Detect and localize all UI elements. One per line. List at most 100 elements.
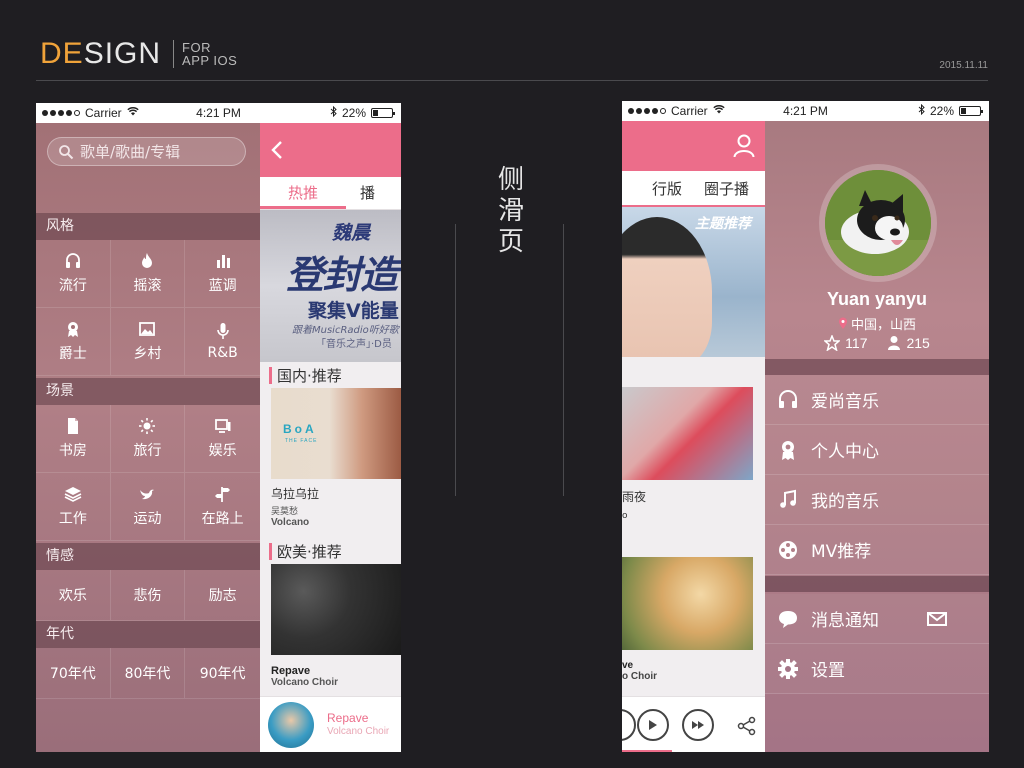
category-70s[interactable]: 70年代 (36, 648, 111, 699)
center-title: 侧 滑 页 (494, 165, 528, 258)
menu-item-personal-center[interactable]: 个人中心 (765, 425, 989, 475)
menu-item-settings[interactable]: 设置 (765, 644, 989, 694)
playback-progress[interactable] (622, 750, 673, 752)
search-box[interactable] (47, 137, 246, 166)
menu-item-notifications[interactable]: 消息通知 (765, 594, 989, 644)
category-label: 运动 (133, 511, 162, 527)
picture-icon (139, 322, 156, 336)
flame-icon (142, 253, 153, 268)
menu-item-mv[interactable]: MV推荐 (765, 525, 989, 575)
category-label: 80年代 (124, 666, 171, 682)
menu-divider (765, 576, 989, 592)
carrier-label: Carrier (85, 106, 122, 120)
featured-banner[interactable]: 主题推荐 (622, 207, 765, 357)
next-button[interactable] (682, 709, 714, 741)
song-title: Repave (271, 665, 311, 677)
menu-item-my-music[interactable]: 我的音乐 (765, 475, 989, 525)
top-bar (622, 121, 765, 171)
wifi-icon (126, 107, 139, 119)
user-icon[interactable] (733, 134, 755, 158)
category-study[interactable]: 书房 (36, 405, 111, 473)
category-jazz[interactable]: 爵士 (36, 308, 111, 376)
category-work[interactable]: 工作 (36, 473, 111, 541)
brand-divider (173, 40, 175, 68)
center-divider-left (455, 224, 456, 496)
headphones-icon (65, 253, 80, 268)
layers-icon (64, 487, 82, 502)
tab-circle[interactable]: 圈子播 (704, 178, 749, 199)
section-title-domestic: 国内·推荐 (260, 362, 401, 388)
stat-stars-count: 117 (845, 335, 868, 351)
tab-hot[interactable]: 热推 (260, 178, 347, 209)
tab-bar: 热推 播 (260, 177, 401, 210)
tab-broadcast[interactable]: 播 (346, 178, 389, 209)
mini-player-artist: Volcano Choir (327, 726, 390, 737)
category-sports[interactable]: 运动 (110, 473, 186, 541)
section-header-emotion: 情感 (36, 543, 260, 570)
brand-logo-sign: SIGN (83, 37, 162, 70)
category-entertainment[interactable]: 娱乐 (185, 405, 260, 473)
scene-grid: 书房 旅行 娱乐 工作 运动 在路上 (36, 405, 260, 541)
bird-icon (140, 489, 155, 500)
mini-player[interactable]: Repave Volcano Choir (260, 696, 401, 752)
center-divider-right (563, 224, 564, 496)
category-rnb[interactable]: R&B (185, 308, 260, 376)
play-button[interactable] (637, 709, 669, 741)
previous-button[interactable] (622, 709, 636, 741)
avatar-frame[interactable] (819, 164, 937, 282)
category-80s[interactable]: 80年代 (110, 648, 186, 699)
share-icon[interactable] (737, 716, 757, 736)
album-cover[interactable] (622, 387, 753, 480)
stat-followers[interactable]: 215 (887, 335, 930, 351)
song-title: ve (622, 660, 634, 671)
category-on-the-road[interactable]: 在路上 (185, 473, 260, 541)
profile-location: 中国，山西 (765, 314, 989, 333)
category-label: 娱乐 (208, 443, 237, 459)
category-sad[interactable]: 悲伤 (110, 570, 186, 621)
menu-divider (765, 359, 989, 375)
battery-percent: 22% (341, 106, 366, 120)
featured-banner[interactable]: 魏晨 登封造 聚集V能量 跟着MusicRadio听好歌 「音乐之声」·D员 (260, 210, 401, 362)
category-pop[interactable]: 流行 (36, 240, 111, 308)
battery-icon (959, 106, 983, 116)
menu-item-label: 爱尚音乐 (811, 392, 879, 412)
category-happy[interactable]: 欢乐 (36, 570, 111, 621)
search-input[interactable] (80, 142, 230, 161)
category-label: 工作 (58, 511, 87, 527)
category-blues[interactable]: 蓝调 (185, 240, 260, 308)
album-cover-boa[interactable]: BoA THE FACE (271, 388, 401, 479)
menu-item-label: 消息通知 (811, 611, 879, 631)
category-travel[interactable]: 旅行 (110, 405, 186, 473)
category-inspire[interactable]: 励志 (185, 570, 260, 621)
back-arrow-icon[interactable] (270, 140, 284, 160)
mail-icon (927, 612, 947, 626)
section-title-western: 欧美·推荐 (260, 538, 401, 564)
menu-item-music-love[interactable]: 爱尚音乐 (765, 375, 989, 425)
menu-item-label: MV推荐 (811, 542, 872, 562)
badge-icon (67, 322, 78, 337)
category-rock[interactable]: 摇滚 (110, 240, 186, 308)
song-artist: o Choir (622, 671, 657, 682)
song-singer: 吴莫愁 (271, 507, 299, 517)
banner-caption-2: 「音乐之声」·D员 (316, 339, 392, 350)
person-icon (888, 336, 901, 350)
brand-logo: DE SIGN FOR APP IOS (40, 36, 237, 72)
category-90s[interactable]: 90年代 (185, 648, 260, 699)
album-cover-repave[interactable] (271, 564, 401, 655)
brand-subtitle-line2: APP IOS (182, 53, 238, 68)
center-title-char: 侧 (497, 165, 524, 195)
category-label: 乡村 (133, 346, 162, 362)
stat-stars[interactable]: 117 (824, 335, 867, 351)
album-cover[interactable] (622, 557, 753, 650)
category-label: 悲伤 (133, 588, 162, 604)
badge-icon (782, 440, 794, 460)
center-title-char: 页 (497, 227, 524, 257)
screen-icon (214, 419, 231, 433)
bluetooth-icon (330, 105, 337, 120)
section-header-scene: 场景 (36, 378, 260, 405)
tab-chart[interactable]: 行版 (652, 178, 682, 199)
music-note-icon (780, 489, 796, 508)
category-country[interactable]: 乡村 (110, 308, 186, 376)
category-label: 励志 (208, 588, 237, 604)
profile-name: Yuan yanyu (826, 289, 928, 309)
